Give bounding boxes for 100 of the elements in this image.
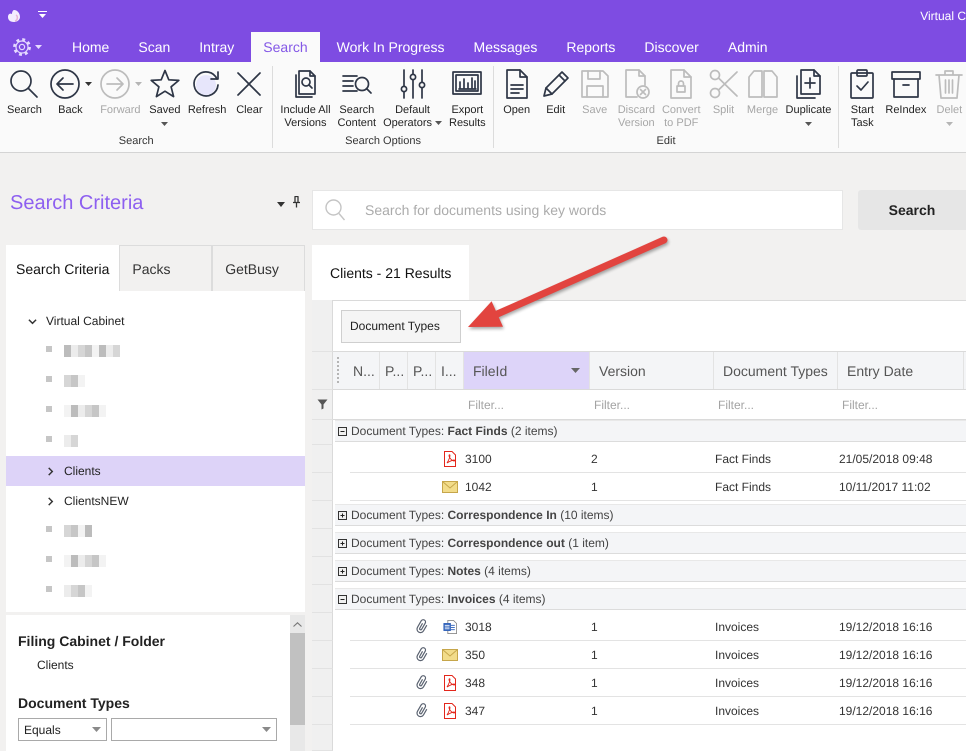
- filter-icon[interactable]: [316, 399, 328, 410]
- collapse-icon[interactable]: [338, 426, 347, 436]
- ribbon-button[interactable]: Open: [498, 66, 536, 117]
- group-chip[interactable]: Document Types: [341, 310, 461, 342]
- expand-icon[interactable]: [338, 566, 347, 576]
- table-cell-text: 21/05/2018 09:48: [838, 452, 934, 466]
- expand-icon[interactable]: [338, 510, 347, 520]
- envelope-icon: [442, 648, 458, 660]
- column-header[interactable]: Document Types: [714, 352, 838, 389]
- column-header[interactable]: P...: [380, 352, 408, 389]
- column-header[interactable]: Entry Date: [838, 352, 964, 389]
- table-cell-text: Fact Finds: [714, 480, 772, 494]
- panel-tab[interactable]: Search Criteria: [6, 245, 120, 291]
- table-cell-text: 10/11/2017 11:02: [838, 480, 932, 494]
- caret-icon[interactable]: [84, 82, 92, 86]
- table-row[interactable]: 1042 1 Fact Finds 10/11/2017 11:02: [350, 473, 966, 501]
- ribbon-button[interactable]: Default Operators: [380, 66, 445, 130]
- menu-tab[interactable]: Admin: [716, 32, 780, 62]
- caret-icon: [946, 122, 953, 126]
- scissors-icon: [708, 68, 740, 100]
- column-header[interactable]: FileId: [464, 352, 590, 389]
- chevron-down-icon[interactable]: [28, 316, 37, 326]
- table-row[interactable]: 347 1 Invoices 19/12/2018 16:16: [350, 697, 966, 725]
- table-cell-text: 347: [464, 704, 486, 718]
- table-cell-text: Invoices: [714, 704, 760, 718]
- ribbon-button[interactable]: Refresh: [184, 66, 230, 117]
- ribbon-button[interactable]: Duplicate: [782, 66, 834, 126]
- table-row[interactable]: 348 1 Invoices 19/12/2018 16:16: [350, 669, 966, 697]
- expand-icon[interactable]: [338, 538, 347, 548]
- column-header[interactable]: N...: [348, 352, 380, 389]
- caret-icon[interactable]: [277, 202, 285, 207]
- operator-dropdown[interactable]: Equals: [18, 718, 107, 741]
- column-header[interactable]: P...: [408, 352, 436, 389]
- ribbon-button[interactable]: Export Results: [446, 66, 489, 130]
- ribbon-button[interactable]: Back: [46, 66, 95, 117]
- filter-field[interactable]: Filter...: [468, 398, 586, 412]
- filter-field[interactable]: Filter...: [594, 398, 710, 412]
- tree-item[interactable]: Virtual Cabinet: [6, 306, 305, 336]
- ribbon-button[interactable]: Clear: [230, 66, 268, 117]
- table-row[interactable]: 3018 1 Invoices 19/12/2018 16:16: [350, 613, 966, 641]
- menu-tab[interactable]: Discover: [632, 32, 711, 62]
- blurred-label: [46, 525, 92, 537]
- group-row[interactable]: Document Types: Correspondence In (10 items): [335, 504, 966, 526]
- pin-icon[interactable]: [292, 196, 301, 208]
- ribbon-button[interactable]: Include All Versions: [277, 66, 334, 130]
- table-cell-text: 1042: [464, 480, 493, 494]
- quick-access-caret-icon[interactable]: [38, 10, 47, 18]
- table-row[interactable]: 350 1 Invoices 19/12/2018 16:16: [350, 641, 966, 669]
- ribbon-button[interactable]: Search Content: [334, 66, 380, 130]
- group-row[interactable]: Document Types: Correspondence out (1 item): [335, 532, 966, 554]
- menu-tab[interactable]: Work In Progress: [324, 32, 457, 62]
- scroll-up-icon[interactable]: [293, 622, 302, 627]
- row-header-cell: [312, 641, 333, 669]
- group-row[interactable]: Document Types: Notes (4 items): [335, 560, 966, 582]
- table-row[interactable]: 3100 2 Fact Finds 21/05/2018 09:48: [350, 445, 966, 473]
- tree-item[interactable]: ClientsNEW: [6, 486, 305, 516]
- table-cell-text: Fact Finds: [714, 452, 772, 466]
- drag-handle-icon[interactable]: [337, 356, 339, 384]
- table-cell-text: 348: [464, 676, 486, 690]
- table-cell-text: 19/12/2018 16:16: [838, 620, 934, 634]
- ribbon-button[interactable]: Search: [4, 66, 45, 117]
- menu-tab[interactable]: Scan: [126, 32, 182, 62]
- menu-tab[interactable]: Home: [60, 32, 122, 62]
- criteria-value: Clients: [37, 658, 75, 672]
- ribbon-button[interactable]: Saved: [146, 66, 184, 126]
- group-row[interactable]: Document Types: Invoices (4 items): [335, 588, 966, 610]
- result-tab[interactable]: Clients - 21 Results: [312, 245, 470, 300]
- menu-tab[interactable]: Messages: [462, 32, 550, 62]
- ribbon-button[interactable]: Edit: [536, 66, 575, 117]
- envelope-icon: [442, 480, 458, 492]
- split-panels-icon: [746, 68, 779, 100]
- scroll-thumb[interactable]: [290, 633, 305, 725]
- panel-tab[interactable]: GetBusy: [212, 245, 305, 291]
- filter-field[interactable]: Filter...: [842, 398, 960, 412]
- group-label: Document Types: Correspondence out (1 item): [351, 536, 609, 550]
- filter-field[interactable]: Filter...: [718, 398, 834, 412]
- group-row[interactable]: Document Types: Fact Finds (2 items): [335, 420, 966, 442]
- collapse-icon[interactable]: [338, 594, 347, 604]
- group-label: Document Types: Correspondence In (10 items): [351, 508, 614, 522]
- search-button[interactable]: Search: [858, 190, 966, 230]
- menu-tab[interactable]: Search: [251, 32, 320, 62]
- criteria-heading: Document Types: [18, 694, 131, 712]
- group-label: Document Types: Invoices (4 items): [351, 592, 546, 606]
- search-field[interactable]: Search for documents using key words: [312, 190, 843, 230]
- menu-tab[interactable]: Intray: [187, 32, 246, 62]
- blurred-label: [46, 555, 106, 567]
- panel-tab[interactable]: Packs: [119, 245, 212, 291]
- search-icon: [325, 199, 345, 221]
- menu-tab[interactable]: Reports: [554, 32, 628, 62]
- caret-icon: [92, 727, 101, 732]
- column-header[interactable]: Version: [590, 352, 714, 389]
- ribbon-button[interactable]: Start Task: [843, 66, 882, 130]
- ribbon-button[interactable]: ReIndex: [882, 66, 930, 117]
- table-cell-text: Invoices: [714, 620, 760, 634]
- tree-item[interactable]: Clients: [6, 456, 305, 486]
- caret-icon: [435, 121, 442, 126]
- chevron-right-icon[interactable]: [46, 496, 55, 506]
- chevron-right-icon[interactable]: [46, 466, 55, 476]
- row-header-cell: [312, 501, 333, 529]
- caret-icon: [262, 727, 271, 732]
